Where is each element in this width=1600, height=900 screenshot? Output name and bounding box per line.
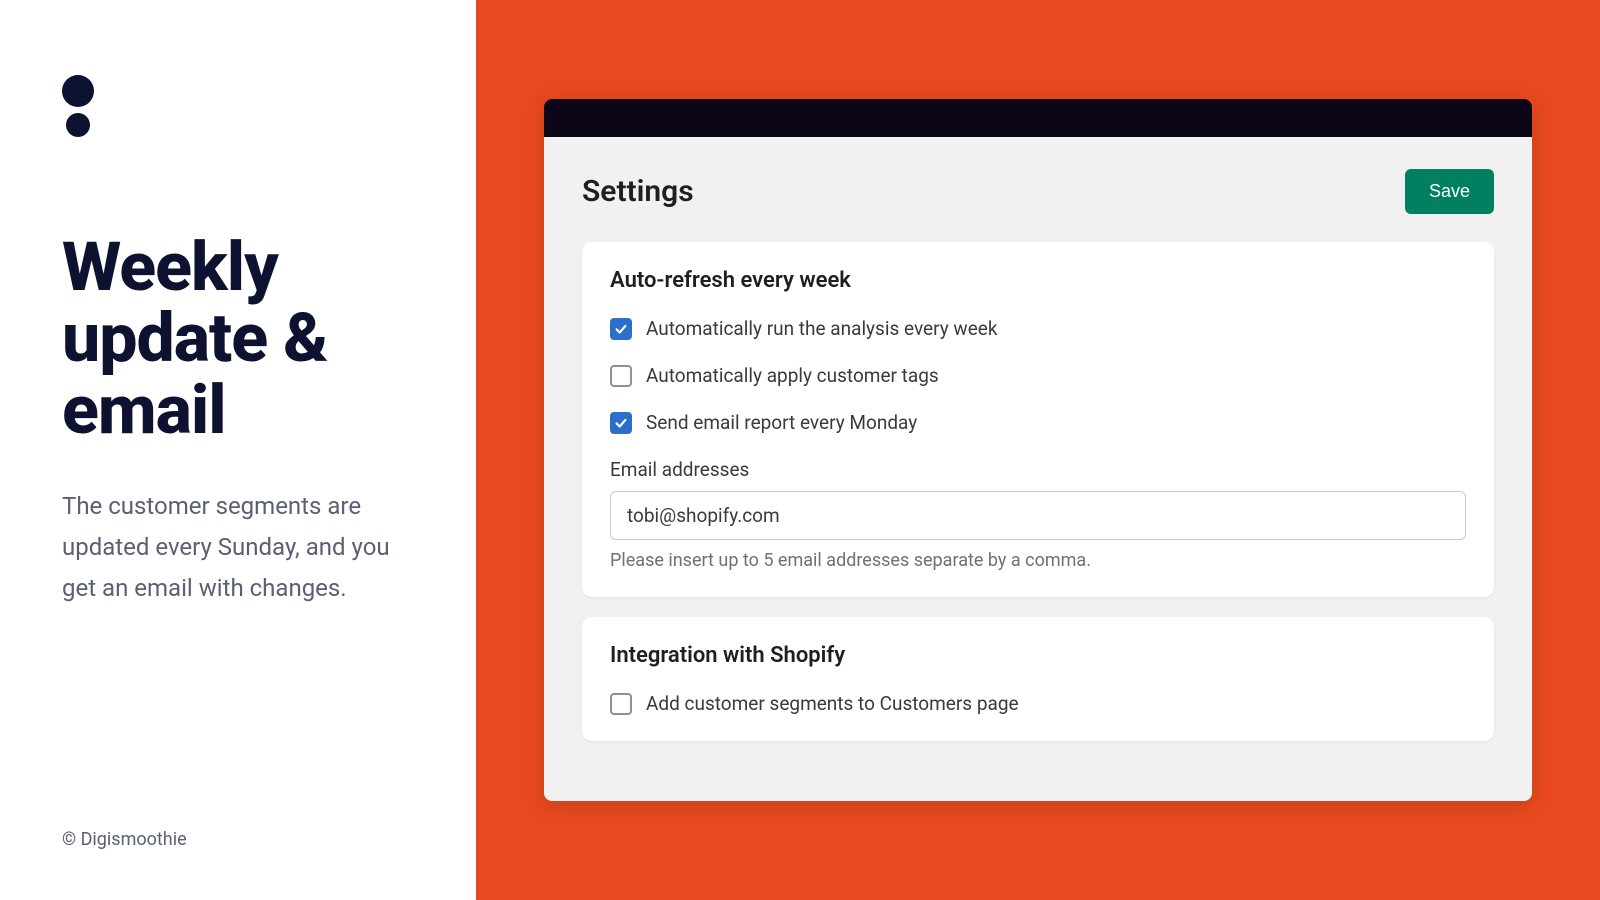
- copyright: © Digismoothie: [62, 829, 187, 850]
- checkbox-label: Automatically run the analysis every wee…: [646, 317, 997, 340]
- description: The customer segments are updated every …: [62, 486, 402, 608]
- marketing-panel: Weekly update & email The customer segme…: [0, 0, 476, 900]
- auto-refresh-card: Auto-refresh every week Automatically ru…: [582, 242, 1494, 597]
- email-field-label: Email addresses: [610, 458, 1466, 481]
- checkbox-label: Automatically apply customer tags: [646, 364, 939, 387]
- checkbox-apply-tags[interactable]: [610, 365, 632, 387]
- screenshot-panel: Settings Save Auto-refresh every week Au…: [476, 0, 1600, 900]
- brand-logo: [62, 75, 414, 137]
- app-content: Settings Save Auto-refresh every week Au…: [544, 137, 1532, 801]
- checkbox-row-add-segments[interactable]: Add customer segments to Customers page: [610, 692, 1466, 715]
- page-title: Settings: [582, 174, 694, 209]
- headline: Weekly update & email: [62, 232, 414, 446]
- email-input[interactable]: [610, 491, 1466, 540]
- checkbox-row-apply-tags[interactable]: Automatically apply customer tags: [610, 364, 1466, 387]
- app-topbar: [544, 99, 1532, 137]
- card-title-auto-refresh: Auto-refresh every week: [610, 268, 1466, 293]
- check-icon: [614, 322, 628, 336]
- logo-dot-icon: [66, 113, 90, 137]
- save-button[interactable]: Save: [1405, 169, 1494, 214]
- checkbox-label: Send email report every Monday: [646, 411, 917, 434]
- checkbox-row-send-email[interactable]: Send email report every Monday: [610, 411, 1466, 434]
- integration-card: Integration with Shopify Add customer se…: [582, 617, 1494, 741]
- checkbox-run-analysis[interactable]: [610, 318, 632, 340]
- app-window: Settings Save Auto-refresh every week Au…: [544, 99, 1532, 801]
- card-title-integration: Integration with Shopify: [610, 643, 1466, 668]
- checkbox-send-email[interactable]: [610, 412, 632, 434]
- checkbox-label: Add customer segments to Customers page: [646, 692, 1019, 715]
- email-section: Email addresses Please insert up to 5 em…: [610, 458, 1466, 571]
- header-row: Settings Save: [582, 169, 1494, 214]
- checkbox-add-segments[interactable]: [610, 693, 632, 715]
- email-helper-text: Please insert up to 5 email addresses se…: [610, 550, 1466, 571]
- checkbox-row-run-analysis[interactable]: Automatically run the analysis every wee…: [610, 317, 1466, 340]
- check-icon: [614, 416, 628, 430]
- logo-dot-icon: [62, 75, 94, 107]
